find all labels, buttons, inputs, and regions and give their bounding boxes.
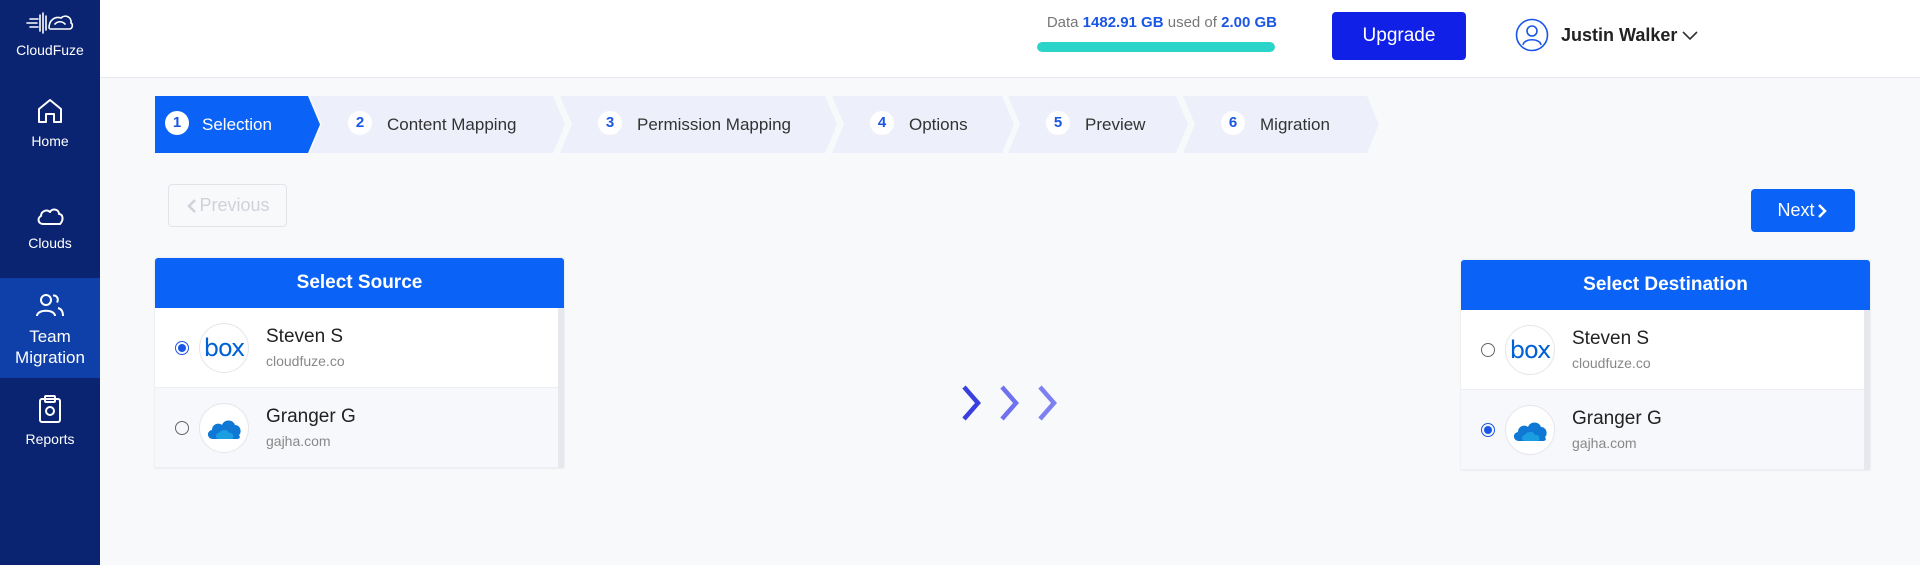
account-domain: cloudfuze.co bbox=[1572, 355, 1651, 371]
storage-usage-fill bbox=[1037, 42, 1275, 52]
source-account-radio[interactable] bbox=[175, 420, 189, 435]
previous-button-label: Previous bbox=[199, 195, 270, 215]
upgrade-button[interactable]: Upgrade bbox=[1332, 12, 1466, 60]
onedrive-cloud-icon bbox=[1513, 422, 1547, 441]
account-name: Steven S bbox=[1572, 328, 1650, 349]
step-number: 4 bbox=[870, 111, 894, 135]
next-button[interactable]: Next bbox=[1751, 189, 1855, 232]
destination-account-row[interactable]: box Steven S cloudfuze.co bbox=[1461, 310, 1864, 390]
step-label: Selection bbox=[202, 115, 272, 134]
step-number: 3 bbox=[598, 111, 622, 135]
cloud-icon bbox=[37, 208, 64, 225]
source-account-row[interactable]: Granger G gajha.com bbox=[155, 388, 558, 468]
usage-prefix: Data bbox=[1046, 14, 1079, 31]
box-logo-icon: box bbox=[199, 322, 249, 373]
usage-middle: used of bbox=[1167, 14, 1217, 31]
next-button-label: Next bbox=[1777, 200, 1815, 220]
home-icon bbox=[38, 99, 62, 123]
destination-account-radio[interactable] bbox=[1481, 342, 1495, 357]
source-account-list: box Steven S cloudfuze.co Granger G gajh… bbox=[155, 308, 564, 468]
account-name: Granger G bbox=[266, 406, 356, 427]
sidebar: CloudFuze Home Clouds Team Migration Rep… bbox=[0, 0, 100, 565]
step-label: Options bbox=[909, 115, 968, 134]
box-logo-text: box bbox=[203, 333, 245, 362]
step-preview[interactable]: 5 Preview bbox=[1008, 96, 1188, 153]
sidebar-item-label: Clouds bbox=[28, 235, 72, 251]
destination-panel: Select Destination box Steven S cloudfuz… bbox=[1461, 260, 1870, 470]
account-name: Granger G bbox=[1572, 408, 1662, 429]
app-logo[interactable]: CloudFuze bbox=[0, 10, 100, 58]
account-domain: gajha.com bbox=[1572, 435, 1637, 451]
box-logo-text: box bbox=[1509, 335, 1551, 364]
sidebar-item-team-migration[interactable]: Team Migration bbox=[0, 278, 100, 378]
usage-total: 2.00 GB bbox=[1221, 14, 1277, 31]
user-name: Justin Walker bbox=[1561, 24, 1678, 45]
source-panel: Select Source box Steven S cloudfuze.co … bbox=[155, 258, 564, 468]
step-number: 2 bbox=[348, 111, 372, 135]
onedrive-icon bbox=[1505, 404, 1555, 455]
chevron-left-icon bbox=[187, 198, 197, 213]
step-options[interactable]: 4 Options bbox=[832, 96, 1014, 153]
onedrive-cloud-icon bbox=[207, 420, 241, 439]
sidebar-item-reports[interactable]: Reports bbox=[0, 394, 100, 454]
source-account-radio[interactable] bbox=[175, 340, 189, 355]
storage-usage-text: Data 1482.91 GB used of 2.00 GB bbox=[1037, 14, 1277, 31]
step-number: 1 bbox=[165, 111, 189, 135]
chevron-right-icon bbox=[1817, 203, 1827, 218]
step-selection[interactable]: 1 Selection bbox=[155, 96, 320, 153]
step-content-mapping[interactable]: 2 Content Mapping bbox=[310, 96, 565, 153]
onedrive-icon bbox=[199, 402, 249, 453]
destination-panel-title: Select Destination bbox=[1461, 260, 1870, 310]
sidebar-item-label: Reports bbox=[25, 431, 75, 447]
destination-account-list: box Steven S cloudfuze.co Granger G gajh… bbox=[1461, 310, 1870, 470]
migration-direction-icon bbox=[962, 385, 1057, 421]
step-label: Migration bbox=[1260, 115, 1330, 134]
step-number: 5 bbox=[1046, 111, 1070, 135]
step-label: Content Mapping bbox=[387, 115, 517, 134]
top-header: Data 1482.91 GB used of 2.00 GB Upgrade … bbox=[100, 0, 1920, 78]
step-migration[interactable]: 6 Migration bbox=[1183, 96, 1379, 153]
step-permission-mapping[interactable]: 3 Permission Mapping bbox=[560, 96, 837, 153]
user-avatar-icon bbox=[1515, 18, 1549, 52]
source-account-row[interactable]: box Steven S cloudfuze.co bbox=[155, 308, 558, 388]
sidebar-item-label: Home bbox=[31, 133, 69, 149]
step-number: 6 bbox=[1221, 111, 1245, 135]
source-panel-title: Select Source bbox=[155, 258, 564, 308]
team-icon bbox=[36, 294, 64, 317]
cloudfuze-logo-icon bbox=[26, 12, 74, 34]
account-domain: cloudfuze.co bbox=[266, 353, 345, 369]
app-name: CloudFuze bbox=[16, 42, 84, 58]
sidebar-item-clouds[interactable]: Clouds bbox=[0, 204, 100, 264]
usage-used: 1482.91 GB bbox=[1082, 14, 1164, 31]
storage-usage-bar bbox=[1037, 42, 1275, 52]
step-label: Preview bbox=[1085, 115, 1146, 134]
chevron-down-icon bbox=[1682, 31, 1698, 41]
sidebar-item-home[interactable]: Home bbox=[0, 96, 100, 158]
user-menu[interactable]: Justin Walker bbox=[1515, 18, 1699, 52]
sidebar-item-label: Team Migration bbox=[15, 327, 85, 367]
previous-button[interactable]: Previous bbox=[168, 184, 287, 227]
box-logo-icon: box bbox=[1505, 324, 1555, 375]
account-domain: gajha.com bbox=[266, 433, 331, 449]
destination-account-row[interactable]: Granger G gajha.com bbox=[1461, 390, 1864, 470]
account-name: Steven S bbox=[266, 326, 344, 347]
destination-account-radio[interactable] bbox=[1481, 422, 1495, 437]
clipboard-icon bbox=[39, 395, 61, 423]
storage-usage: Data 1482.91 GB used of 2.00 GB bbox=[1037, 14, 1277, 52]
step-label: Permission Mapping bbox=[637, 115, 792, 134]
